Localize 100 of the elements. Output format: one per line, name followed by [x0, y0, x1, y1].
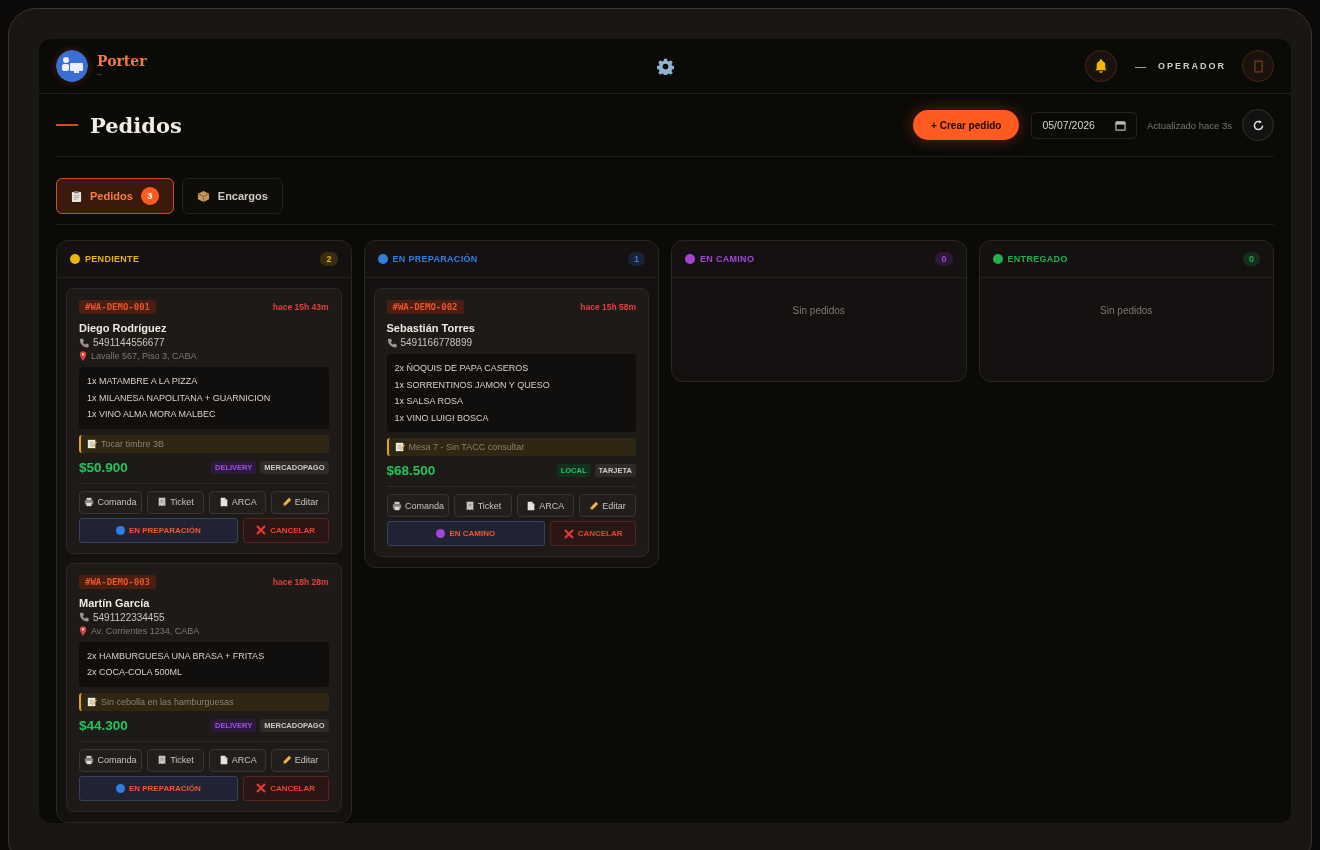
order-id: #WA-DEMO-001 — [79, 300, 157, 314]
pin-icon — [79, 625, 87, 636]
order-id: #WA-DEMO-002 — [386, 300, 464, 314]
printer-icon — [84, 497, 95, 507]
calendar-icon — [1114, 119, 1126, 131]
action-button[interactable]: Editar — [578, 494, 636, 517]
phone-icon — [79, 337, 89, 348]
user-name: — — [1135, 60, 1146, 72]
order-item: 1x VINO ALMA MORA MALBEC — [87, 408, 217, 421]
order-age: hace 15h 43m — [272, 302, 329, 312]
document-icon — [526, 500, 537, 511]
clipboard-icon — [71, 189, 82, 203]
column-title: ENTREGADO — [1007, 254, 1069, 264]
order-total: $68.500 — [386, 463, 436, 478]
order-note: Sin cebolla en las hamburguesas — [79, 692, 329, 711]
logo-icon — [56, 50, 88, 82]
advance-status-button[interactable]: EN PREPARACIÓN — [79, 775, 238, 801]
receipt-icon — [157, 497, 168, 507]
customer-phone: 5491166778899 — [400, 337, 473, 348]
order-total: $50.900 — [79, 459, 128, 475]
column-count: 0 — [1243, 252, 1260, 266]
refresh-button[interactable] — [1242, 109, 1274, 141]
box-icon — [196, 189, 210, 203]
cancel-button[interactable]: CANCELAR — [242, 775, 329, 801]
pin-icon — [79, 351, 87, 361]
action-button[interactable]: Comanda — [79, 490, 142, 514]
settings-icon[interactable] — [656, 57, 674, 75]
user-role: OPERADOR — [1158, 61, 1226, 71]
refresh-icon — [1251, 118, 1265, 132]
column-count: 1 — [628, 252, 645, 266]
order-age: hace 18h 28m — [272, 576, 329, 587]
tab[interactable]: Encargos — [181, 178, 283, 214]
create-order-button[interactable]: + Crear pedido — [913, 110, 1020, 140]
customer-name: Sebastián Torres — [386, 322, 476, 334]
pencil-icon — [281, 755, 292, 765]
action-button[interactable]: ARCA — [209, 748, 267, 772]
document-icon — [218, 755, 229, 765]
brand-name: Porter — [97, 54, 147, 68]
order-total: $44.300 — [79, 717, 128, 733]
cross-icon — [563, 528, 574, 539]
order-note: Mesa 7 - Sin TACC consultar — [386, 438, 636, 456]
action-button[interactable]: Editar — [271, 490, 329, 514]
column-count: 0 — [935, 252, 953, 266]
column-count: 2 — [320, 252, 338, 266]
phone-icon — [79, 612, 89, 622]
customer-name: Diego Rodríguez — [79, 322, 168, 334]
customer-phone: 5491122334455 — [93, 611, 165, 623]
pencil-icon — [589, 500, 600, 511]
date-field[interactable]: 05/07/2026 — [1031, 111, 1137, 139]
action-button[interactable]: Ticket — [454, 494, 512, 517]
order-id: #WA-DEMO-003 — [79, 574, 157, 589]
bell-icon — [1093, 58, 1109, 74]
tab[interactable]: Pedidos 3 — [56, 178, 174, 214]
last-updated-text: Actualizado hace 3s — [1146, 119, 1232, 131]
empty-text: Sin pedidos — [1099, 304, 1154, 318]
action-button[interactable]: Ticket — [146, 490, 205, 514]
phone-icon — [386, 337, 397, 348]
notifications-button[interactable] — [1085, 50, 1117, 82]
action-button[interactable]: Editar — [271, 748, 329, 772]
advance-status-button[interactable]: EN PREPARACIÓN — [79, 517, 238, 543]
order-item: 1x VINO LUIGI BOSCA — [394, 411, 490, 425]
printer-icon — [84, 755, 95, 765]
cross-icon — [256, 525, 267, 535]
page-title: Pedidos — [90, 112, 182, 138]
document-icon — [218, 497, 229, 507]
action-button[interactable]: ARCA — [209, 490, 267, 514]
action-button[interactable]: Ticket — [146, 748, 205, 772]
cancel-button[interactable]: CANCELAR — [242, 517, 329, 543]
printer-icon — [391, 500, 402, 511]
column-title: EN CAMINO — [700, 254, 756, 264]
advance-status-button[interactable]: EN CAMINO — [386, 521, 546, 546]
receipt-icon — [464, 500, 475, 511]
order-item: 1x SORRENTINOS JAMON Y QUESO — [394, 378, 551, 392]
door-icon — [1253, 59, 1263, 73]
memo-icon — [394, 442, 405, 452]
pencil-icon — [281, 497, 292, 507]
receipt-icon — [157, 755, 168, 765]
order-age: hace 15h 58m — [580, 302, 636, 312]
cancel-button[interactable]: CANCELAR — [550, 521, 636, 546]
column-title: EN PREPARACIÓN — [392, 254, 479, 264]
action-button[interactable]: Comanda — [386, 494, 450, 517]
order-item: 1x MILANESA NAPOLITANA + GUARNICION — [87, 391, 272, 405]
customer-address: Lavalle 567, Piso 3, CABA — [91, 351, 197, 361]
memo-icon — [87, 696, 97, 707]
customer-phone: 5491144556677 — [93, 337, 165, 348]
customer-address: Av. Corrientes 1234, CABA — [91, 625, 200, 636]
memo-icon — [87, 438, 97, 449]
order-item: 2x ÑOQUIS DE PAPA CASEROS — [394, 362, 530, 375]
customer-name: Martín García — [79, 596, 151, 609]
brand-subtitle: – — [97, 70, 103, 78]
empty-text: Sin pedidos — [791, 304, 846, 318]
order-item: 1x SALSA ROSA — [394, 395, 465, 408]
order-item: 2x HAMBURGUESA UNA BRASA + FRITAS — [87, 649, 266, 663]
order-note: Tocar timbre 3B — [79, 434, 329, 453]
order-item: 2x COCA-COLA 500ML — [87, 666, 184, 679]
column-title: PENDIENTE — [85, 254, 141, 264]
action-button[interactable]: Comanda — [79, 748, 142, 772]
order-item: 1x MATAMBRE A LA PIZZA — [87, 375, 199, 388]
cross-icon — [256, 783, 267, 793]
action-button[interactable]: ARCA — [516, 494, 574, 517]
